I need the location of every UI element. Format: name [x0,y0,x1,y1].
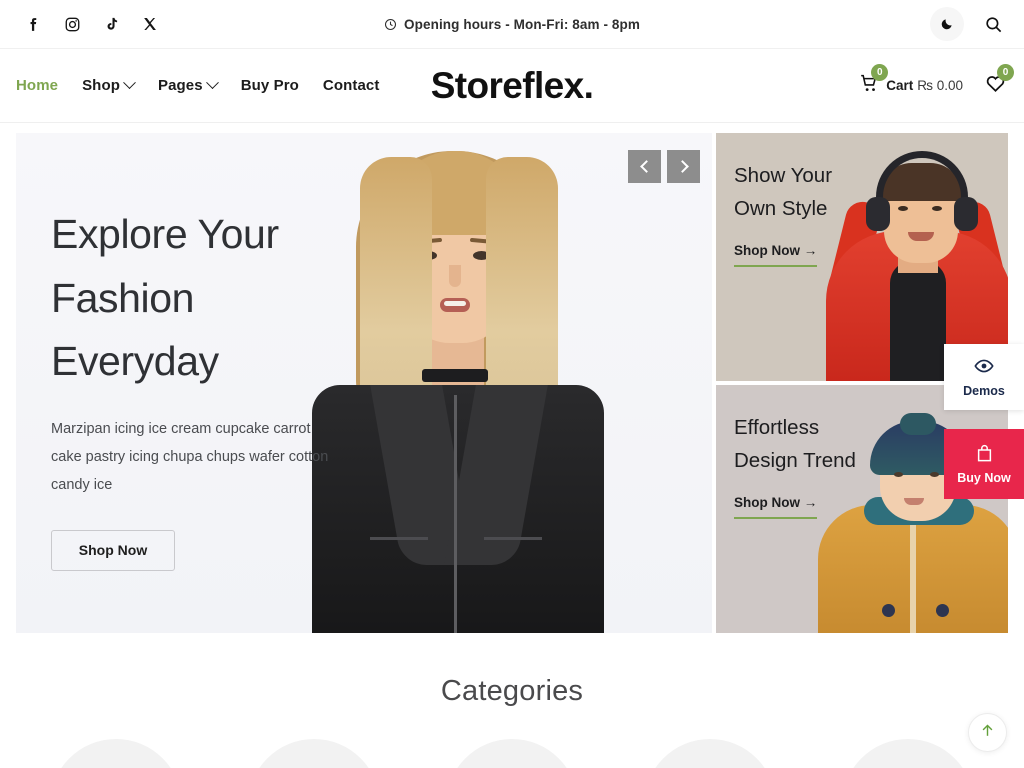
buy-now-widget-label: Buy Now [957,470,1011,485]
promo-one-title-line-1: Show Your [734,164,833,187]
hero-title-line-2: Fashion [51,274,195,321]
top-bar: Opening hours - Mon-Fri: 8am - 8pm [0,0,1024,49]
hero-shop-now-button[interactable]: Shop Now [51,529,175,571]
x-icon[interactable] [141,15,159,33]
slider-prev-button[interactable] [628,150,661,183]
wishlist-button[interactable]: 0 [985,63,1014,99]
promo-two-title-line-1: Effortless [734,416,820,439]
category-circle [644,739,776,768]
promo-two-copy: Effortless Design Trend Shop Now → [734,411,884,520]
demos-widget-button[interactable]: Demos [944,344,1024,410]
slider-controls [628,150,700,183]
category-circle [446,739,578,768]
opening-hours-text: Opening hours - Mon-Fri: 8am - 8pm [404,16,640,32]
nav-item-home-label: Home [16,77,59,94]
demos-widget-label: Demos [963,384,1005,398]
facebook-icon[interactable] [24,15,42,33]
page-root: Opening hours - Mon-Fri: 8am - 8pm Home … [0,0,1024,768]
tiktok-icon[interactable] [102,15,120,33]
promo-two-title-line-2: Design Trend [734,449,856,473]
cart-text: Cart [886,78,914,93]
slider-next-button[interactable] [667,150,700,183]
bag-icon [975,444,994,466]
main-navigation: Home Shop Pages Buy Pro Contact Storefle… [0,49,1024,123]
hero-copy: Explore Your Fashion Everyday Marzipan i… [51,203,371,571]
hero-section: Explore Your Fashion Everyday Marzipan i… [0,133,1024,633]
nav-actions: 0 Cart ₨ 0.00 0 [859,63,1024,99]
cart-badge: 0 [871,63,889,81]
arrow-up-icon [979,722,996,744]
hero-title-line-1: Explore Your [51,211,279,257]
nav-menu: Home Shop Pages Buy Pro Contact [0,76,380,94]
nav-item-contact[interactable]: Contact [323,77,380,94]
instagram-icon[interactable] [63,15,81,33]
category-item[interactable] [248,739,380,768]
buy-now-widget-button[interactable]: Buy Now [944,429,1024,499]
nav-item-buy-pro[interactable]: Buy Pro [241,77,299,94]
nav-item-contact-label: Contact [322,77,380,94]
hero-paragraph: Marzipan icing ice cream cupcake carrot … [51,420,329,493]
category-circle [50,739,182,768]
hero-title: Explore Your Fashion Everyday [51,203,371,394]
category-item[interactable] [842,739,974,768]
cart-button[interactable]: 0 Cart ₨ 0.00 [859,63,963,99]
category-circle [248,739,380,768]
categories-title: Categories [440,675,584,707]
social-links [0,15,159,33]
hero-title-line-3: Everyday [51,338,219,385]
moon-icon[interactable] [930,7,964,41]
nav-item-shop-label: Shop [82,77,120,94]
category-circle [842,739,974,768]
chevron-down-icon [123,76,136,90]
nav-item-pages[interactable]: Pages [157,76,219,94]
hero-slider: Explore Your Fashion Everyday Marzipan i… [16,133,712,633]
category-item[interactable] [50,739,182,768]
categories-section: Categories [0,633,1024,768]
top-bar-actions [930,7,1024,41]
promo-one-copy: Show Your Own Style Shop Now → [734,159,884,268]
promo-one-title-line-2: Own Style [734,197,828,221]
clock-icon [384,18,397,31]
eye-icon [974,356,994,379]
wishlist-badge: 0 [997,63,1014,81]
category-item[interactable] [644,739,776,768]
promo-two-shop-now-link[interactable]: Shop Now → [734,495,818,520]
categories-row [0,739,1024,768]
promo-one-shop-now-link[interactable]: Shop Now → [734,243,818,268]
nav-item-pages-label: Pages [157,77,203,94]
cart-label: Cart ₨ 0.00 [886,78,963,93]
nav-item-buy-pro-label: Buy Pro [240,77,299,94]
floating-side-widgets: Demos Buy Now [944,344,1024,499]
promo-two-title: Effortless Design Trend [734,411,884,477]
category-item[interactable] [446,739,578,768]
chevron-down-icon [205,76,219,90]
nav-item-shop[interactable]: Shop [82,76,136,94]
search-icon[interactable] [982,13,1004,35]
cart-amount: ₨ 0.00 [917,78,963,93]
promo-one-title: Show Your Own Style [734,159,884,225]
nav-item-home[interactable]: Home [16,77,58,94]
scroll-to-top-button[interactable] [968,713,1007,752]
